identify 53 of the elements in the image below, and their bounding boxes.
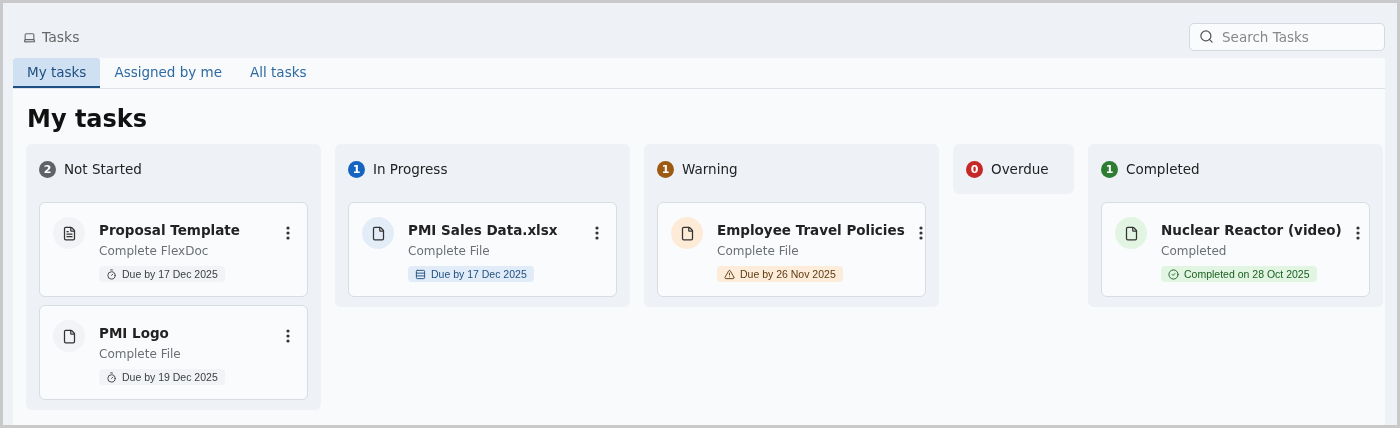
check-circle-icon [1168,268,1179,280]
due-text: Due by 19 Dec 2025 [122,371,218,383]
timer-icon [106,371,117,383]
task-title: Employee Travel Policies [717,222,905,238]
more-icon [918,226,923,240]
file-icon [679,225,695,241]
column-title: Completed [1126,161,1200,177]
tab[interactable]: Assigned by me [100,58,237,88]
file-icon [1123,225,1139,241]
task-card[interactable]: PMI Logo Complete File Due by 19 Dec 2025 [39,305,308,400]
task-title: PMI Sales Data.xlsx [408,222,558,238]
section-heading: My tasks [27,104,149,134]
file-icon [61,328,77,344]
task-title: PMI Logo [99,325,169,341]
task-card[interactable]: Nuclear Reactor (video) Completed Completed on 28 Oct 2025 [1101,202,1370,297]
task-title: Nuclear Reactor (video) [1161,222,1342,238]
count-badge: 1 [348,160,365,178]
search-field[interactable]: Search Tasks [1189,23,1385,51]
task-subtitle: Complete File [717,244,799,258]
task-subtitle: Completed [1161,244,1227,258]
column-title: In Progress [373,161,448,177]
count-badge: 0 [966,160,983,178]
file-icon [370,225,386,241]
task-subtitle: Complete FlexDoc [99,244,209,258]
task-title: Proposal Template [99,222,240,238]
timer-icon [106,268,117,280]
calendar-icon [415,268,426,280]
document-icon [61,225,77,241]
task-subtitle: Complete File [99,347,181,361]
task-card[interactable]: PMI Sales Data.xlsx Complete File Due by 17 Dec 2025 [348,202,617,297]
due-text: Due by 26 Nov 2025 [740,268,836,280]
due-text: Due by 17 Dec 2025 [122,268,218,280]
laptop-icon [23,30,36,44]
due-text: Due by 17 Dec 2025 [431,268,527,280]
more-icon [286,329,290,343]
task-subtitle: Complete File [408,244,490,258]
count-badge: 1 [657,160,674,178]
tab[interactable]: All tasks [236,58,321,88]
column-title: Warning [682,161,738,177]
due-text: Completed on 28 Oct 2025 [1184,268,1310,280]
task-card[interactable]: Proposal Template Complete FlexDoc Due by 17 Dec 2025 [39,202,308,297]
count-badge: 1 [1101,160,1118,178]
column-title: Overdue [991,161,1049,177]
more-icon [286,226,290,240]
search-icon [1199,29,1214,44]
warning-icon [724,268,735,280]
task-card[interactable]: Employee Travel Policies Complete File Due by 26 Nov 2025 [657,202,926,297]
page-title: Tasks [42,29,80,45]
count-badge: 2 [39,160,56,178]
more-icon [595,226,599,240]
tab[interactable]: My tasks [13,58,101,88]
column-title: Not Started [64,161,142,177]
more-icon [1355,226,1360,240]
